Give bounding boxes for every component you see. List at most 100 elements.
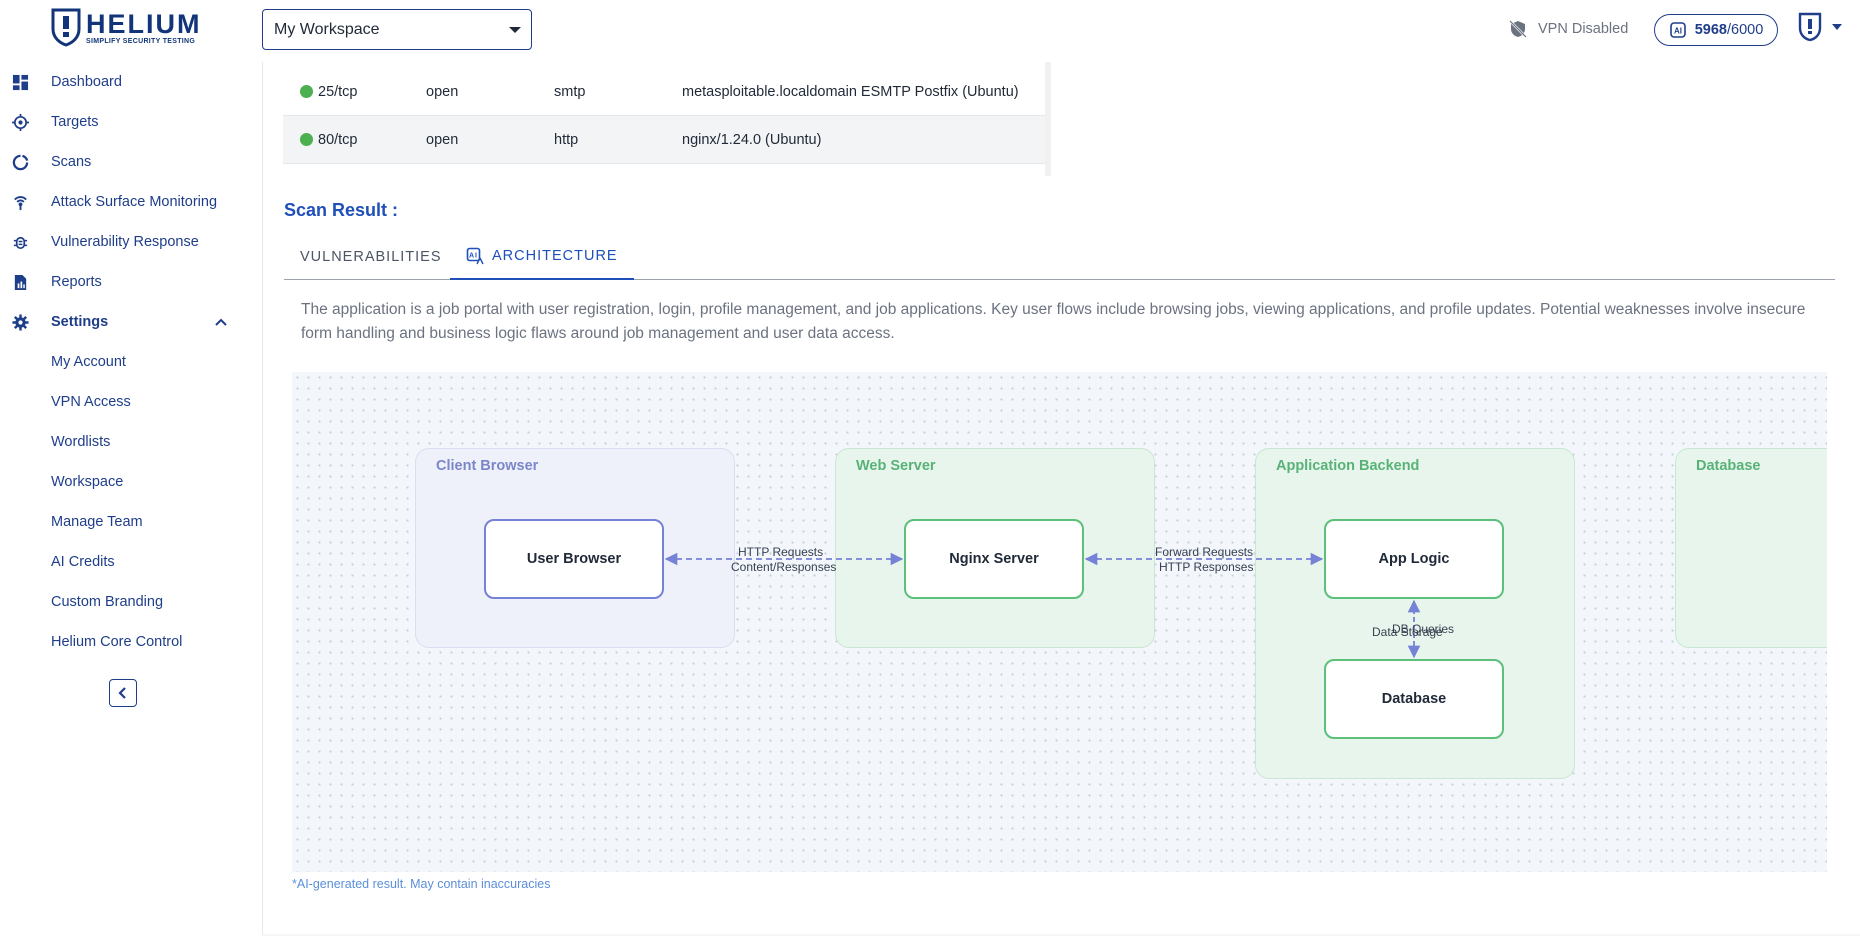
sidebar-subitem-my-account[interactable]: My Account: [0, 342, 251, 382]
sidebar-subitem-label: Manage Team: [51, 514, 143, 530]
service-cell: http: [554, 131, 579, 148]
architecture-diagram[interactable]: Client Browser Web Server Application Ba…: [292, 372, 1827, 872]
svg-text:AI: AI: [1674, 27, 1682, 36]
chevron-up-icon[interactable]: [213, 314, 229, 330]
sidebar-subitem-label: Custom Branding: [51, 594, 164, 610]
version-cell: metasploitable.localdomain ESMTP Postfix…: [682, 83, 1019, 100]
architecture-description: The application is a job portal with use…: [301, 301, 1806, 342]
sidebar-nav: Dashboard Targets Scans Attack Surface M…: [0, 62, 251, 662]
node-nginx-server[interactable]: Nginx Server: [904, 519, 1084, 599]
node-label: Nginx Server: [949, 551, 1039, 567]
node-app-logic[interactable]: App Logic: [1324, 519, 1504, 599]
sidebar-subitem-label: VPN Access: [51, 394, 131, 410]
sidebar-subitem-label: My Account: [51, 354, 126, 370]
bug-icon: [11, 233, 29, 251]
table-row: 25/tcp open smtp metasploitable.localdom…: [283, 68, 1045, 116]
vpn-status: VPN Disabled: [1508, 19, 1628, 39]
tab-vulnerabilities[interactable]: VULNERABILITIES: [284, 234, 458, 280]
table-row: 80/tcp open http nginx/1.24.0 (Ubuntu): [283, 116, 1045, 164]
dashboard-icon: [11, 73, 29, 91]
ai-disclaimer: *AI-generated result. May contain inaccu…: [292, 877, 551, 891]
node-label: User Browser: [526, 551, 622, 567]
sidebar-item-label: Attack Surface Monitoring: [51, 194, 218, 210]
ai-credits-icon: AI: [1669, 22, 1686, 38]
gear-icon: [11, 313, 29, 331]
scan-details-card: 25/tcp open smtp metasploitable.localdom…: [262, 62, 1860, 934]
caret-down-icon: [1832, 24, 1842, 30]
node-user-browser[interactable]: User Browser: [484, 519, 664, 599]
ai-architecture-icon: AI: [466, 247, 484, 265]
version-cell: nginx/1.24.0 (Ubuntu): [682, 131, 822, 148]
workspace-select[interactable]: My Workspace: [262, 9, 532, 50]
user-shield-icon: [1798, 12, 1822, 42]
sidebar-item-label: Vulnerability Response: [51, 234, 199, 250]
caret-down-icon: [509, 27, 521, 33]
state-cell: open: [426, 83, 459, 100]
sidebar-subitem-custom-branding[interactable]: Custom Branding: [0, 582, 251, 622]
tab-label: ARCHITECTURE: [492, 248, 618, 264]
state-cell: open: [426, 131, 459, 148]
helium-shield-icon: [51, 8, 81, 47]
collapse-sidebar-button[interactable]: [109, 679, 137, 707]
node-database[interactable]: Database: [1324, 659, 1504, 739]
sidebar-item-reports[interactable]: Reports: [0, 262, 251, 302]
sidebar-item-label: Dashboard: [51, 74, 122, 90]
open-ports-table: 25/tcp open smtp metasploitable.localdom…: [283, 62, 1051, 176]
service-cell: smtp: [554, 83, 586, 100]
report-icon: [11, 273, 29, 291]
status-dot: [300, 133, 313, 146]
sidebar-item-attack-surface[interactable]: Attack Surface Monitoring: [0, 182, 251, 222]
sidebar-item-label: Scans: [51, 154, 92, 170]
status-dot: [300, 85, 313, 98]
edge-label: Data Storage: [1372, 625, 1443, 639]
main-content: 25/tcp open smtp metasploitable.localdom…: [262, 62, 1860, 936]
scan-result-title: Scan Result :: [284, 200, 399, 220]
ai-credits-badge[interactable]: AI 5968/6000: [1654, 14, 1778, 46]
sidebar-item-dashboard[interactable]: Dashboard: [0, 62, 251, 102]
sidebar-item-vulnerability-response[interactable]: Vulnerability Response: [0, 222, 251, 262]
sidebar-subitem-label: Helium Core Control: [51, 634, 183, 650]
tab-architecture[interactable]: AI ARCHITECTURE: [450, 234, 634, 280]
edge-label: Content/Responses: [731, 560, 837, 574]
edge-label: HTTP Requests: [738, 545, 824, 559]
sidebar-subitem-ai-credits[interactable]: AI Credits: [0, 542, 251, 582]
sidebar-subitem-label: AI Credits: [51, 554, 115, 570]
target-icon: [11, 113, 29, 131]
antenna-icon: [11, 193, 29, 211]
port-cell: 25/tcp: [318, 83, 358, 100]
user-menu[interactable]: [1798, 12, 1842, 42]
helium-logo[interactable]: HELIUM SIMPLIFY SECURITY TESTING: [50, 6, 220, 48]
sidebar-item-label: Settings: [51, 314, 109, 330]
sidebar-subitem-workspace[interactable]: Workspace: [0, 462, 251, 502]
sidebar-subitem-label: Workspace: [51, 474, 124, 490]
edge-label: Forward Requests: [1155, 545, 1254, 559]
sidebar-item-targets[interactable]: Targets: [0, 102, 251, 142]
credits-used: 5968: [1694, 22, 1727, 38]
sidebar-subitem-label: Wordlists: [51, 434, 111, 450]
brand-name: HELIUM: [86, 8, 202, 39]
sidebar-item-settings[interactable]: Settings: [0, 302, 251, 342]
sidebar-item-label: Reports: [51, 274, 102, 290]
scan-result-tabs: VULNERABILITIES AI ARCHITECTURE: [284, 234, 1835, 280]
scan-icon: [11, 153, 29, 171]
tab-label: VULNERABILITIES: [300, 249, 442, 265]
sidebar-subitem-vpn-access[interactable]: VPN Access: [0, 382, 251, 422]
node-label: App Logic: [1378, 551, 1450, 567]
sidebar-subitem-helium-core-control[interactable]: Helium Core Control: [0, 622, 251, 662]
svg-text:AI: AI: [469, 253, 478, 260]
credits-total: /6000: [1726, 22, 1764, 38]
brand-tagline: SIMPLIFY SECURITY TESTING: [86, 37, 196, 45]
vpn-disabled-icon: [1509, 20, 1527, 38]
sidebar-item-scans[interactable]: Scans: [0, 142, 251, 182]
node-label: Database: [1381, 691, 1447, 707]
sidebar-item-label: Targets: [51, 114, 99, 130]
vpn-status-text: VPN Disabled: [1538, 21, 1629, 37]
edge-label: HTTP Responses: [1159, 560, 1254, 574]
sidebar-subitem-wordlists[interactable]: Wordlists: [0, 422, 251, 462]
app-root: HELIUM SIMPLIFY SECURITY TESTING Dashboa…: [0, 0, 1860, 936]
diagram-edges: [664, 552, 1421, 659]
sidebar-subitem-manage-team[interactable]: Manage Team: [0, 502, 251, 542]
chevron-left-icon: [118, 687, 126, 699]
port-cell: 80/tcp: [318, 131, 358, 148]
workspace-select-value: My Workspace: [274, 20, 380, 38]
